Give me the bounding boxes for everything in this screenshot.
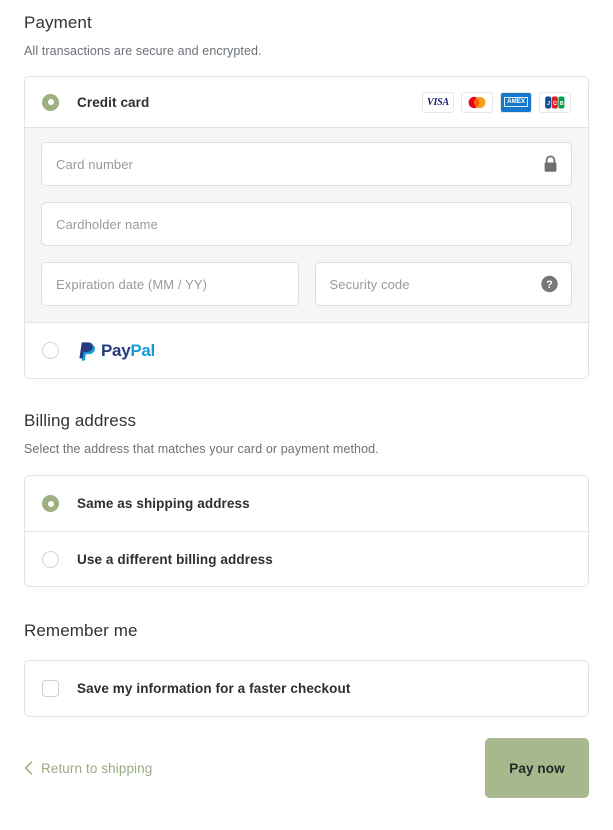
payment-method-paypal[interactable]: PayPal — [25, 323, 588, 378]
page-title: Payment — [24, 13, 92, 32]
radio-credit-card[interactable] — [42, 93, 59, 111]
pay-now-button[interactable]: Pay now — [485, 738, 589, 798]
chevron-left-icon — [24, 761, 33, 775]
billing-address-title: Billing address — [24, 411, 137, 430]
credit-card-form: Card number Cardholder name Expiration d… — [25, 127, 588, 323]
return-to-shipping-link[interactable]: Return to shipping — [24, 761, 152, 776]
return-to-shipping-label: Return to shipping — [41, 760, 153, 776]
paypal-icon: PayPal — [77, 339, 155, 362]
visa-label: VISA — [427, 96, 449, 108]
mastercard-icon — [461, 91, 493, 113]
amex-icon: AMEX — [500, 91, 532, 113]
radio-paypal[interactable] — [42, 342, 59, 359]
cardholder-name-placeholder: Cardholder name — [56, 216, 158, 232]
billing-option-different-address[interactable]: Use a different billing address — [25, 531, 588, 586]
billing-address-subtitle: Select the address that matches your car… — [24, 442, 379, 456]
card-number-placeholder: Card number — [56, 156, 133, 172]
card-number-field[interactable]: Card number — [41, 142, 572, 186]
payment-method-label: Credit card — [77, 94, 150, 110]
radio-same-as-shipping[interactable] — [42, 495, 59, 512]
billing-option-label: Same as shipping address — [77, 496, 250, 511]
lock-icon — [542, 155, 559, 174]
expiry-security-row: Expiration date (MM / YY) Security code … — [41, 262, 572, 306]
paypal-pal-text: Pal — [130, 340, 155, 360]
remember-me-title: Remember me — [24, 621, 138, 640]
remember-me-block: Save my information for a faster checkou… — [24, 660, 589, 717]
card-brand-logos: VISA AMEX J C B — [422, 91, 571, 113]
expiration-date-placeholder: Expiration date (MM / YY) — [56, 276, 208, 292]
cardholder-name-field[interactable]: Cardholder name — [41, 202, 572, 246]
payment-methods-block: Credit card VISA AMEX J C B Card number … — [24, 76, 589, 379]
payment-subtitle: All transactions are secure and encrypte… — [24, 44, 262, 58]
billing-option-same-as-shipping[interactable]: Same as shipping address — [25, 476, 588, 531]
save-info-row[interactable]: Save my information for a faster checkou… — [25, 661, 588, 716]
svg-text:B: B — [560, 100, 564, 106]
checkout-payment-page: Payment All transactions are secure and … — [0, 0, 613, 830]
billing-address-block: Same as shipping address Use a different… — [24, 475, 589, 587]
security-code-field[interactable]: Security code ? — [314, 262, 572, 306]
expiration-date-field[interactable]: Expiration date (MM / YY) — [41, 262, 299, 306]
svg-text:C: C — [553, 100, 557, 106]
svg-text:?: ? — [546, 279, 553, 291]
visa-icon: VISA — [422, 91, 454, 113]
svg-text:J: J — [547, 100, 550, 106]
help-icon[interactable]: ? — [540, 275, 559, 294]
payment-method-credit-card[interactable]: Credit card VISA AMEX J C B — [25, 77, 588, 127]
save-info-checkbox[interactable] — [42, 680, 59, 697]
footer-actions: Return to shipping Pay now — [24, 738, 589, 798]
paypal-pay-text: Pay — [101, 340, 131, 360]
jcb-icon: J C B — [539, 91, 571, 113]
radio-different-billing-address[interactable] — [42, 550, 59, 568]
save-info-label: Save my information for a faster checkou… — [77, 681, 351, 696]
billing-option-label: Use a different billing address — [77, 551, 273, 567]
security-code-placeholder: Security code — [329, 276, 410, 292]
amex-label: AMEX — [504, 97, 528, 107]
